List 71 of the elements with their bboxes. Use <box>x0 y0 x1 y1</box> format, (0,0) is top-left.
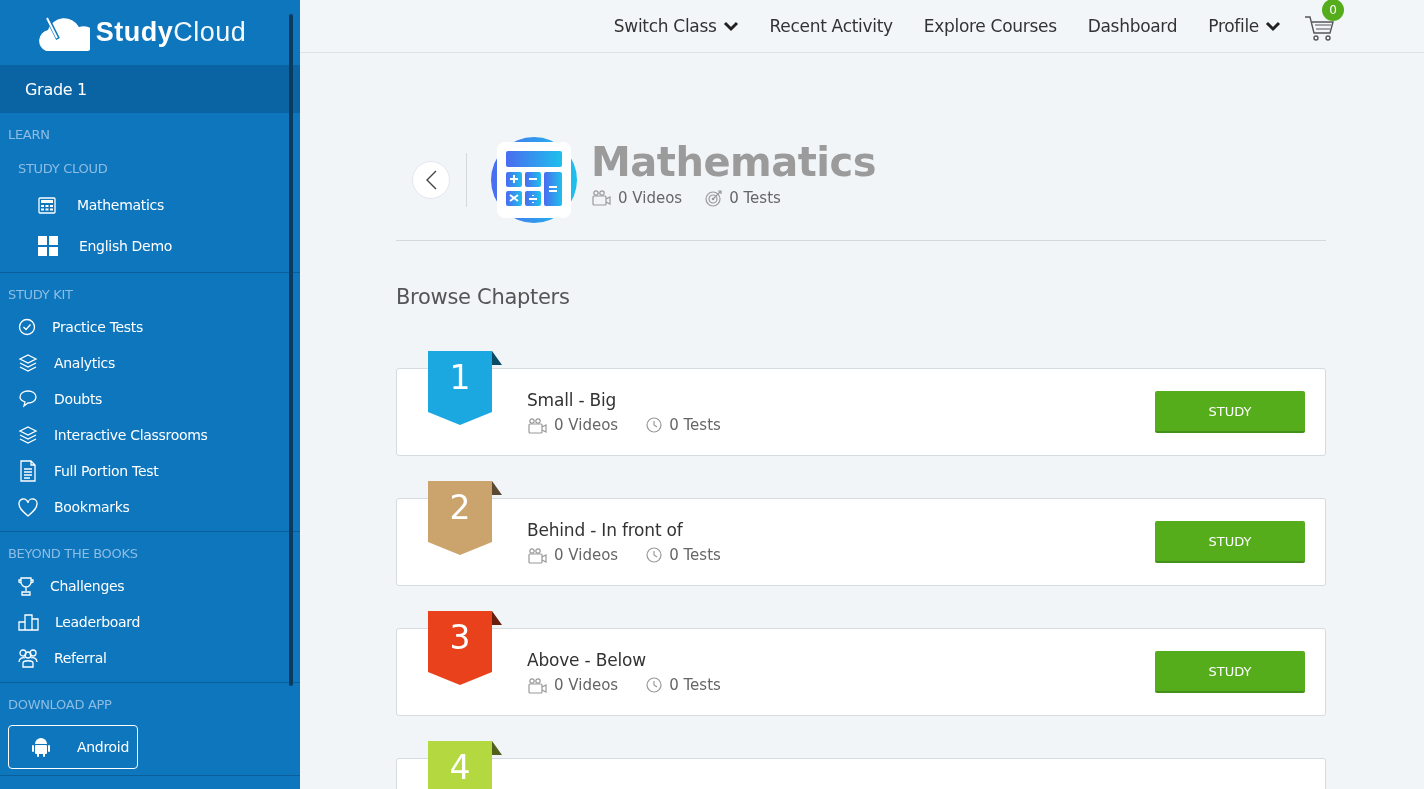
sidebar-item[interactable]: English Demo <box>0 225 300 266</box>
section-heading: LEARN <box>7 126 51 144</box>
study-button[interactable]: STUDY <box>1155 391 1305 433</box>
heart-icon <box>18 497 38 517</box>
document-icon <box>18 460 38 482</box>
section-heading: STUDY KIT <box>7 286 74 304</box>
sidebar-item[interactable]: Doubts <box>0 381 300 417</box>
cart-count-badge: 0 <box>1322 0 1344 21</box>
sidebar-item[interactable]: Interactive Classrooms <box>0 417 300 453</box>
test-count: 0 Tests <box>729 188 781 207</box>
chapter-number: 3 <box>448 618 472 657</box>
bar-chart-icon <box>18 613 39 631</box>
scrollbar[interactable] <box>289 14 293 686</box>
sidebar-item[interactable]: Mathematics <box>0 184 300 225</box>
section-heading: Browse Chapters <box>396 285 571 309</box>
video-camera-icon <box>527 416 547 434</box>
android-icon <box>31 737 51 757</box>
test-count: 0 Tests <box>669 676 721 694</box>
layers-icon <box>18 425 38 445</box>
sidebar-item[interactable]: Practice Tests <box>0 309 300 345</box>
video-count: 0 Videos <box>618 188 683 207</box>
clock-icon <box>646 677 663 693</box>
back-button[interactable] <box>412 160 450 199</box>
section-heading: BEYOND THE BOOKS <box>7 545 139 563</box>
video-camera-icon <box>527 676 547 694</box>
clock-icon <box>646 547 663 563</box>
chapter-number: 1 <box>448 358 472 397</box>
video-camera-icon <box>527 546 547 564</box>
sidebar-item[interactable]: Full Portion Test <box>0 453 300 489</box>
chapter-number: 4 <box>448 748 472 787</box>
sidebar-item[interactable]: Analytics <box>0 345 300 381</box>
nav-link[interactable]: Dashboard <box>1087 16 1178 36</box>
chevron-down-icon <box>1265 20 1281 32</box>
android-app-button[interactable]: Android <box>8 725 138 769</box>
sidebar-item[interactable]: Bookmarks <box>0 489 300 525</box>
chevron-left-icon <box>424 169 438 190</box>
chapter-title[interactable]: Behind - In front of <box>527 520 1155 540</box>
sidebar-item[interactable]: Leaderboard <box>0 604 300 640</box>
video-count: 0 Videos <box>554 416 619 434</box>
video-count: 0 Videos <box>554 546 619 564</box>
video-camera-icon <box>591 189 611 206</box>
video-count: 0 Videos <box>554 676 619 694</box>
course-title: Mathematics <box>591 138 877 185</box>
chevron-down-icon <box>722 20 739 32</box>
calculator-logo-icon <box>491 136 577 223</box>
study-button[interactable]: STUDY <box>1155 521 1305 563</box>
trophy-icon <box>18 576 34 596</box>
chat-bubble-icon <box>18 389 38 409</box>
sidebar-item[interactable]: Referral <box>0 640 300 676</box>
study-button[interactable]: STUDY <box>1155 651 1305 693</box>
section-heading: DOWNLOAD APP <box>7 696 113 714</box>
sidebar-item[interactable]: Challenges <box>0 568 300 604</box>
chapter-title[interactable]: Small - Big <box>527 390 1155 410</box>
grade-selector[interactable]: Grade 1 <box>0 65 300 113</box>
test-count: 0 Tests <box>669 416 721 434</box>
target-icon <box>704 188 723 207</box>
chapter-number: 2 <box>448 488 472 527</box>
brand-name: StudyCloud <box>95 17 247 48</box>
dropdown-menu[interactable]: Switch Class <box>613 16 739 36</box>
nav-link[interactable]: Recent Activity <box>769 16 893 36</box>
clock-icon <box>646 417 663 433</box>
test-count: 0 Tests <box>669 546 721 564</box>
people-icon <box>18 648 38 668</box>
nav-link[interactable]: Explore Courses <box>923 16 1057 36</box>
calculator-icon <box>38 195 56 214</box>
chapter-title[interactable]: Above - Below <box>527 650 1155 670</box>
check-circle-icon <box>18 318 36 336</box>
cart-icon <box>1304 15 1334 41</box>
layers-icon <box>18 353 38 373</box>
dropdown-menu[interactable]: Profile <box>1208 16 1281 36</box>
subsection-heading: STUDY CLOUD <box>17 160 109 178</box>
